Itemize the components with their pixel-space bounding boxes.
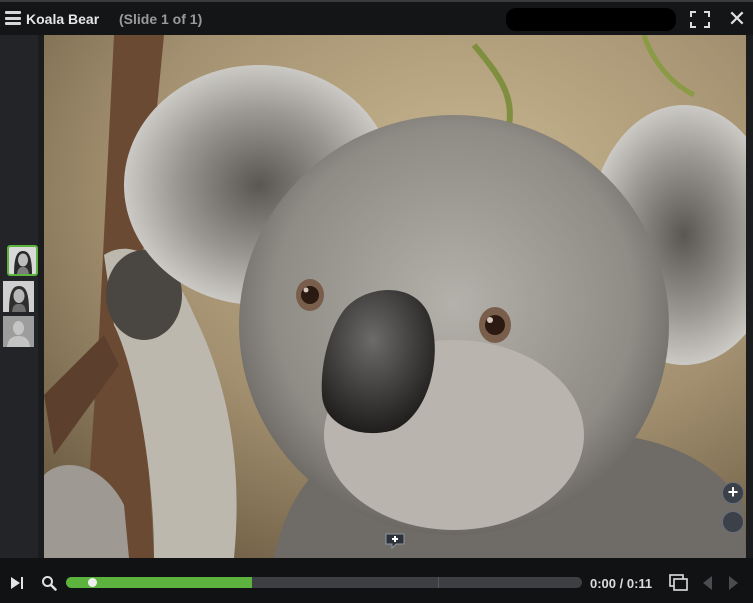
participants-sidebar	[0, 35, 38, 558]
fullscreen-icon[interactable]	[690, 11, 710, 28]
presentation-title: Koala Bear	[26, 11, 100, 27]
participant-avatar[interactable]	[7, 245, 38, 276]
title-bar: Koala Bear (Slide 1 of 1) ✕	[0, 0, 753, 35]
koala-photo	[44, 35, 746, 558]
slides-icon[interactable]	[669, 574, 689, 592]
search-icon[interactable]	[41, 575, 57, 591]
zoom-out-button[interactable]	[722, 511, 744, 533]
progress-buffer-marker	[438, 577, 439, 588]
slide-stage	[44, 35, 746, 558]
slide-indicator: (Slide 1 of 1)	[119, 11, 203, 27]
close-icon[interactable]: ✕	[726, 7, 748, 31]
hamburger-menu-icon[interactable]	[5, 11, 21, 25]
placeholder-avatar[interactable]	[3, 316, 34, 347]
time-readout: 0:00 / 0:11	[590, 576, 653, 591]
progress-track[interactable]	[66, 577, 582, 588]
top-status-pill	[506, 8, 676, 31]
zoom-in-button[interactable]: +	[722, 482, 744, 504]
play-icon-bar	[21, 577, 23, 589]
play-icon[interactable]	[11, 577, 20, 589]
next-slide-icon[interactable]	[729, 576, 738, 590]
participant-avatar[interactable]	[3, 281, 34, 312]
add-comment-icon[interactable]	[384, 532, 406, 550]
previous-slide-icon[interactable]	[703, 576, 712, 590]
progress-handle[interactable]	[88, 578, 97, 587]
